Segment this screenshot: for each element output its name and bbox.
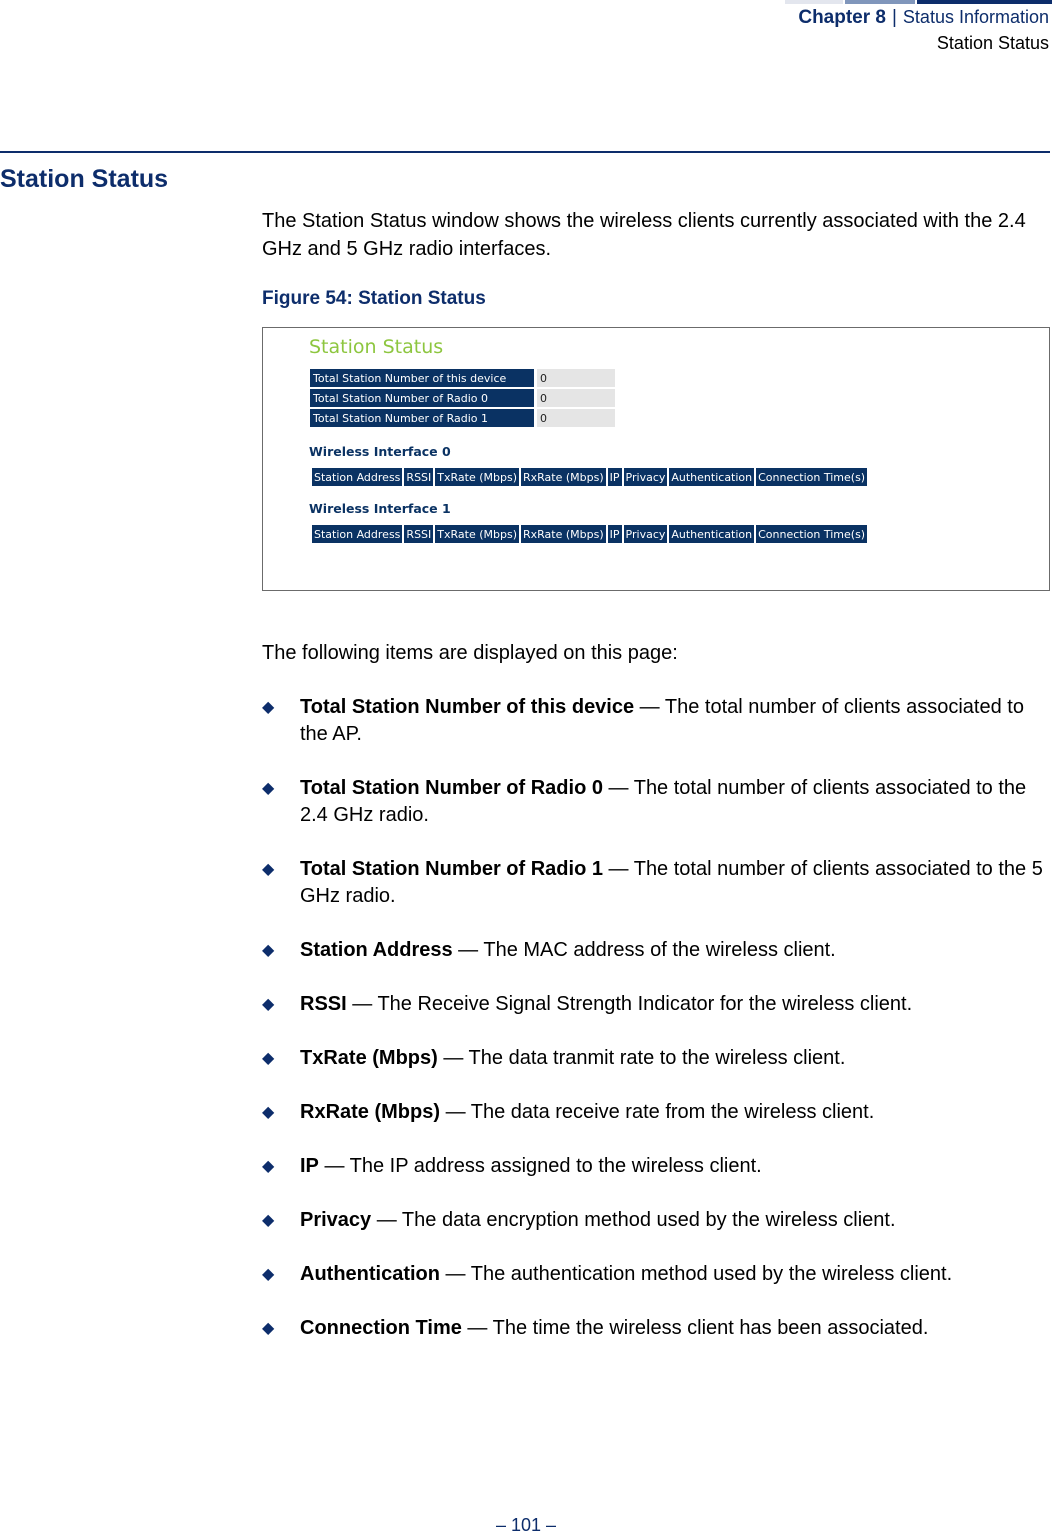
list-item: ◆ IP — The IP address assigned to the wir… <box>262 1153 1052 1180</box>
interface-1-table: Station Address RSSI TxRate (Mbps) RxRat… <box>310 525 869 543</box>
list-item: ◆ RxRate (Mbps) — The data receive rate f… <box>262 1099 1052 1126</box>
diamond-bullet-icon: ◆ <box>262 996 275 1013</box>
column-header: Privacy <box>623 525 668 543</box>
column-header: RSSI <box>404 525 434 543</box>
column-header: Connection Time(s) <box>756 468 868 486</box>
column-header: Station Address <box>312 525 403 543</box>
header-bar-dark <box>917 0 1052 4</box>
list-item: ◆ Station Address — The MAC address of th… <box>262 937 1052 964</box>
intro-paragraph: The Station Status window shows the wire… <box>262 210 1026 260</box>
column-header: Privacy <box>623 468 668 486</box>
diamond-bullet-icon: ◆ <box>262 1320 275 1337</box>
column-header: RSSI <box>404 468 434 486</box>
item-description: — The data encryption method used by the… <box>371 1209 896 1231</box>
item-description: — The time the wireless client has been … <box>461 1317 929 1339</box>
diamond-bullet-icon: ◆ <box>262 861 275 878</box>
item-list: ◆ Total Station Number of this device — T… <box>262 694 1052 1369</box>
running-header: Chapter 8 | Status Information <box>798 7 1049 29</box>
item-description: — The authentication method used by the … <box>440 1263 953 1285</box>
summary-value: 0 <box>537 389 615 407</box>
item-description: — The data tranmit rate to the wireless … <box>437 1047 846 1069</box>
item-term: Privacy <box>300 1209 372 1231</box>
list-item: ◆ Total Station Number of Radio 0 — The t… <box>262 775 1052 829</box>
diamond-bullet-icon: ◆ <box>262 1266 275 1283</box>
page-number: – 101 – <box>495 1515 557 1535</box>
interface-0-title: Wireless Interface 0 <box>309 444 451 459</box>
item-description: — The MAC address of the wireless client… <box>452 939 836 961</box>
header-color-bars <box>785 0 1052 4</box>
summary-row: Total Station Number of this device 0 <box>310 369 615 387</box>
column-header: TxRate (Mbps) <box>435 468 519 486</box>
diamond-bullet-icon: ◆ <box>262 1104 275 1121</box>
diamond-bullet-icon: ◆ <box>262 780 275 797</box>
column-header: IP <box>607 468 622 486</box>
figure-screenshot: Station Status Total Station Number of t… <box>262 327 1050 591</box>
diamond-bullet-icon: ◆ <box>262 1050 275 1067</box>
section-title: Station Status <box>0 165 169 193</box>
interface-1-title: Wireless Interface 1 <box>309 501 451 516</box>
item-term: IP <box>300 1155 319 1177</box>
column-header: RxRate (Mbps) <box>521 525 606 543</box>
list-item: ◆ Total Station Number of this device — T… <box>262 694 1052 748</box>
column-header: Connection Time(s) <box>756 525 868 543</box>
summary-value: 0 <box>537 369 615 387</box>
item-description: — The Receive Signal Strength Indicator … <box>346 993 913 1015</box>
item-term: Station Address <box>300 939 453 961</box>
subsection-label: Station Status <box>936 33 1049 53</box>
summary-row: Total Station Number of Radio 0 0 <box>310 389 615 407</box>
list-item: ◆ TxRate (Mbps) — The data tranmit rate t… <box>262 1045 1052 1072</box>
item-term: Total Station Number of Radio 1 <box>300 858 603 880</box>
item-term: TxRate (Mbps) <box>300 1047 438 1069</box>
summary-label: Total Station Number of Radio 1 <box>310 409 537 427</box>
table-header-row: Station Address RSSI TxRate (Mbps) RxRat… <box>312 525 868 543</box>
section-label: Status Information <box>902 7 1049 27</box>
summary-label: Total Station Number of this device <box>310 369 537 387</box>
item-term: Connection Time <box>300 1317 462 1339</box>
list-item: ◆ Connection Time — The time the wireless… <box>262 1315 1052 1342</box>
list-item: ◆ Privacy — The data encryption method us… <box>262 1207 1052 1234</box>
diamond-bullet-icon: ◆ <box>262 942 275 959</box>
summary-row: Total Station Number of Radio 1 0 <box>310 409 615 427</box>
item-term: Authentication <box>300 1263 440 1285</box>
summary-table: Total Station Number of this device 0 To… <box>310 367 615 429</box>
column-header: RxRate (Mbps) <box>521 468 606 486</box>
diamond-bullet-icon: ◆ <box>262 1212 275 1229</box>
column-header: Authentication <box>669 525 755 543</box>
header-bar-mid <box>845 0 915 4</box>
table-header-row: Station Address RSSI TxRate (Mbps) RxRat… <box>312 468 868 486</box>
list-item: ◆ RSSI — The Receive Signal Strength Indi… <box>262 991 1052 1018</box>
chapter-label: Chapter 8 <box>798 7 886 28</box>
item-term: RxRate (Mbps) <box>300 1101 441 1123</box>
items-intro: The following items are displayed on thi… <box>262 642 678 664</box>
item-description: — The data receive rate from the wireles… <box>440 1101 875 1123</box>
diamond-bullet-icon: ◆ <box>262 1158 275 1175</box>
item-term: RSSI <box>300 993 347 1015</box>
summary-label: Total Station Number of Radio 0 <box>310 389 537 407</box>
column-header: Station Address <box>312 468 403 486</box>
item-description: — The IP address assigned to the wireles… <box>318 1155 762 1177</box>
ui-page-title: Station Status <box>309 336 444 358</box>
column-header: TxRate (Mbps) <box>435 525 519 543</box>
column-header: Authentication <box>669 468 755 486</box>
interface-0-table: Station Address RSSI TxRate (Mbps) RxRat… <box>310 468 869 486</box>
summary-value: 0 <box>537 409 615 427</box>
diamond-bullet-icon: ◆ <box>262 699 275 716</box>
section-divider <box>0 151 1050 153</box>
header-separator: | <box>891 7 897 28</box>
list-item: ◆ Total Station Number of Radio 1 — The t… <box>262 856 1052 910</box>
item-term: Total Station Number of Radio 0 <box>300 777 603 799</box>
header-bar-light <box>785 0 843 4</box>
list-item: ◆ Authentication — The authentication met… <box>262 1261 1052 1288</box>
column-header: IP <box>607 525 622 543</box>
figure-caption: Figure 54: Station Status <box>262 288 486 309</box>
item-term: Total Station Number of this device <box>300 696 635 718</box>
